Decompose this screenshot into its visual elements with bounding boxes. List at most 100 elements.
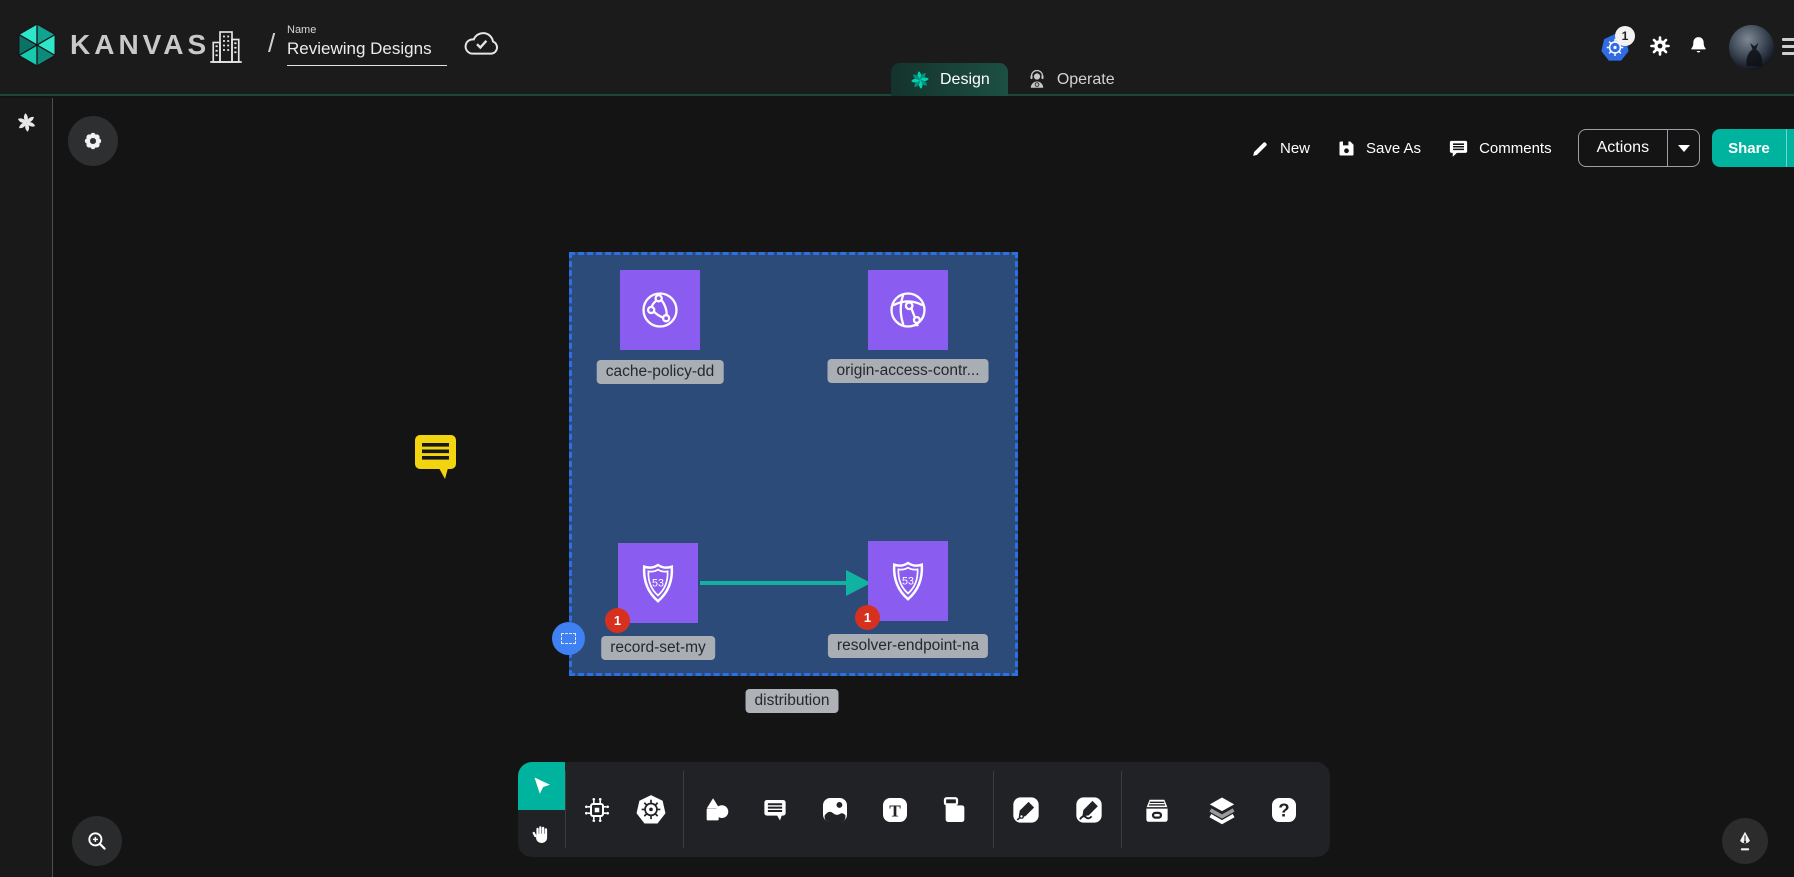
svg-text:T: T [889, 802, 901, 821]
floppy-disk-icon [1336, 138, 1357, 159]
edge-record-to-resolver[interactable] [690, 560, 890, 606]
node-label-record-set[interactable]: record-set-my [601, 636, 715, 660]
organization-icon[interactable] [208, 26, 244, 73]
pen-tool-icon [1010, 794, 1042, 826]
kubernetes-context-badge: 1 [1615, 26, 1635, 46]
comment-tool-button[interactable] [756, 791, 794, 829]
pen-nib-icon [1733, 829, 1757, 853]
image-tool-button[interactable] [816, 791, 854, 829]
svg-text:53: 53 [902, 575, 914, 587]
group-resize-handle[interactable] [552, 622, 585, 655]
layers-tool-button[interactable] [1203, 791, 1241, 829]
comments-button[interactable]: Comments [1447, 137, 1552, 160]
actions-split-button: Actions [1578, 129, 1700, 167]
shapes-tool-button[interactable] [697, 791, 735, 829]
user-avatar[interactable] [1729, 25, 1774, 70]
gear-icon [1648, 34, 1672, 58]
image-icon [819, 794, 851, 826]
drawer-icon [1140, 793, 1174, 827]
toolbar-divider [565, 771, 566, 848]
hamburger-menu-icon[interactable] [1782, 38, 1794, 58]
copy-link-button[interactable] [1786, 129, 1794, 167]
tab-operate[interactable]: Operate [1008, 63, 1133, 96]
freehand-tool-button[interactable] [1070, 791, 1108, 829]
toolbar-divider [1121, 771, 1122, 848]
tab-design-label: Design [940, 71, 990, 89]
layers-icon [1205, 793, 1239, 827]
tab-operate-label: Operate [1057, 71, 1115, 89]
design-swirl-icon [909, 69, 931, 91]
comment-icon [760, 795, 790, 825]
logo-wordmark: KANVAS [70, 29, 210, 61]
route53-record-set-icon: 53 [635, 560, 681, 606]
name-field-label: Name [287, 24, 447, 36]
node-record-set[interactable]: 53 [618, 543, 698, 623]
toolbar-divider [683, 771, 684, 848]
notifications-button[interactable] [1687, 34, 1710, 63]
operator-headset-icon [1026, 69, 1048, 91]
kanvas-hexagon-icon [14, 22, 60, 68]
shapes-icon [700, 794, 732, 826]
new-button[interactable]: New [1250, 138, 1310, 159]
comments-icon [1447, 137, 1470, 160]
freehand-pencil-icon [1073, 794, 1105, 826]
meshery-swirl-icon[interactable] [15, 111, 38, 139]
design-name-input[interactable] [287, 36, 447, 66]
svg-text:?: ? [1278, 800, 1289, 821]
cloudfront-origin-access-icon [885, 287, 931, 333]
node-badge-resolver-endpoint[interactable]: 1 [855, 605, 880, 630]
cursor-icon [530, 774, 554, 798]
tab-design[interactable]: Design [891, 63, 1008, 96]
save-as-label: Save As [1366, 140, 1421, 157]
breadcrumb-separator: / [268, 28, 275, 59]
components-tool-button[interactable] [578, 791, 616, 829]
selection-rect-icon [561, 633, 576, 644]
text-icon: T [879, 794, 911, 826]
kubernetes-tool-button[interactable] [632, 791, 670, 829]
sticky-note-tool-button[interactable] [936, 791, 974, 829]
settings-button[interactable] [1648, 34, 1672, 63]
caret-down-icon [1678, 145, 1690, 152]
zoom-in-button[interactable] [72, 816, 122, 866]
svg-text:53: 53 [652, 577, 664, 589]
comment-pin[interactable] [413, 432, 459, 487]
help-icon: ? [1268, 794, 1300, 826]
flower-icon [81, 129, 105, 153]
chip-icon [581, 794, 613, 826]
hand-icon [530, 822, 554, 846]
save-as-button[interactable]: Save As [1336, 138, 1421, 159]
cloud-saved-icon [462, 26, 502, 63]
design-name-field: Name [287, 24, 447, 66]
share-button[interactable]: Share [1712, 129, 1786, 167]
help-tool-button[interactable]: ? [1265, 791, 1303, 829]
share-split-button: Share [1712, 129, 1794, 167]
dock-toggle-button[interactable] [68, 116, 118, 166]
node-label-cache-policy[interactable]: cache-policy-dd [597, 360, 724, 384]
magnifier-plus-icon [84, 828, 110, 854]
drawer-tool-button[interactable] [1138, 791, 1176, 829]
pen-tool-button[interactable] [1007, 791, 1045, 829]
pan-tool-button[interactable] [518, 810, 565, 858]
node-label-resolver-endpoint[interactable]: resolver-endpoint-na [828, 634, 988, 658]
comment-bubble-icon [413, 432, 459, 482]
node-resolver-endpoint[interactable]: 53 [868, 541, 948, 621]
kanvas-logo[interactable]: KANVAS [14, 22, 210, 68]
header-bar: KANVAS / Name [0, 0, 1794, 96]
node-badge-record-set[interactable]: 1 [605, 608, 630, 633]
node-label-origin-access[interactable]: origin-access-contr... [828, 359, 989, 383]
node-origin-access[interactable] [868, 270, 948, 350]
text-tool-button[interactable]: T [876, 791, 914, 829]
actions-button[interactable]: Actions [1579, 130, 1667, 166]
kubernetes-wheel-icon [634, 793, 668, 827]
cloudfront-cache-policy-icon [637, 287, 683, 333]
select-tool-button[interactable] [518, 762, 565, 810]
pencil-icon [1250, 138, 1271, 159]
actions-dropdown-button[interactable] [1667, 130, 1699, 166]
node-cache-policy[interactable] [620, 270, 700, 350]
group-label-distribution[interactable]: distribution [746, 689, 839, 713]
comments-label: Comments [1479, 140, 1552, 157]
mode-tabs: Design Operate [891, 63, 1133, 96]
avatar-silhouette [1729, 25, 1774, 70]
left-sidebar [0, 98, 53, 877]
signature-pen-button[interactable] [1722, 818, 1768, 864]
